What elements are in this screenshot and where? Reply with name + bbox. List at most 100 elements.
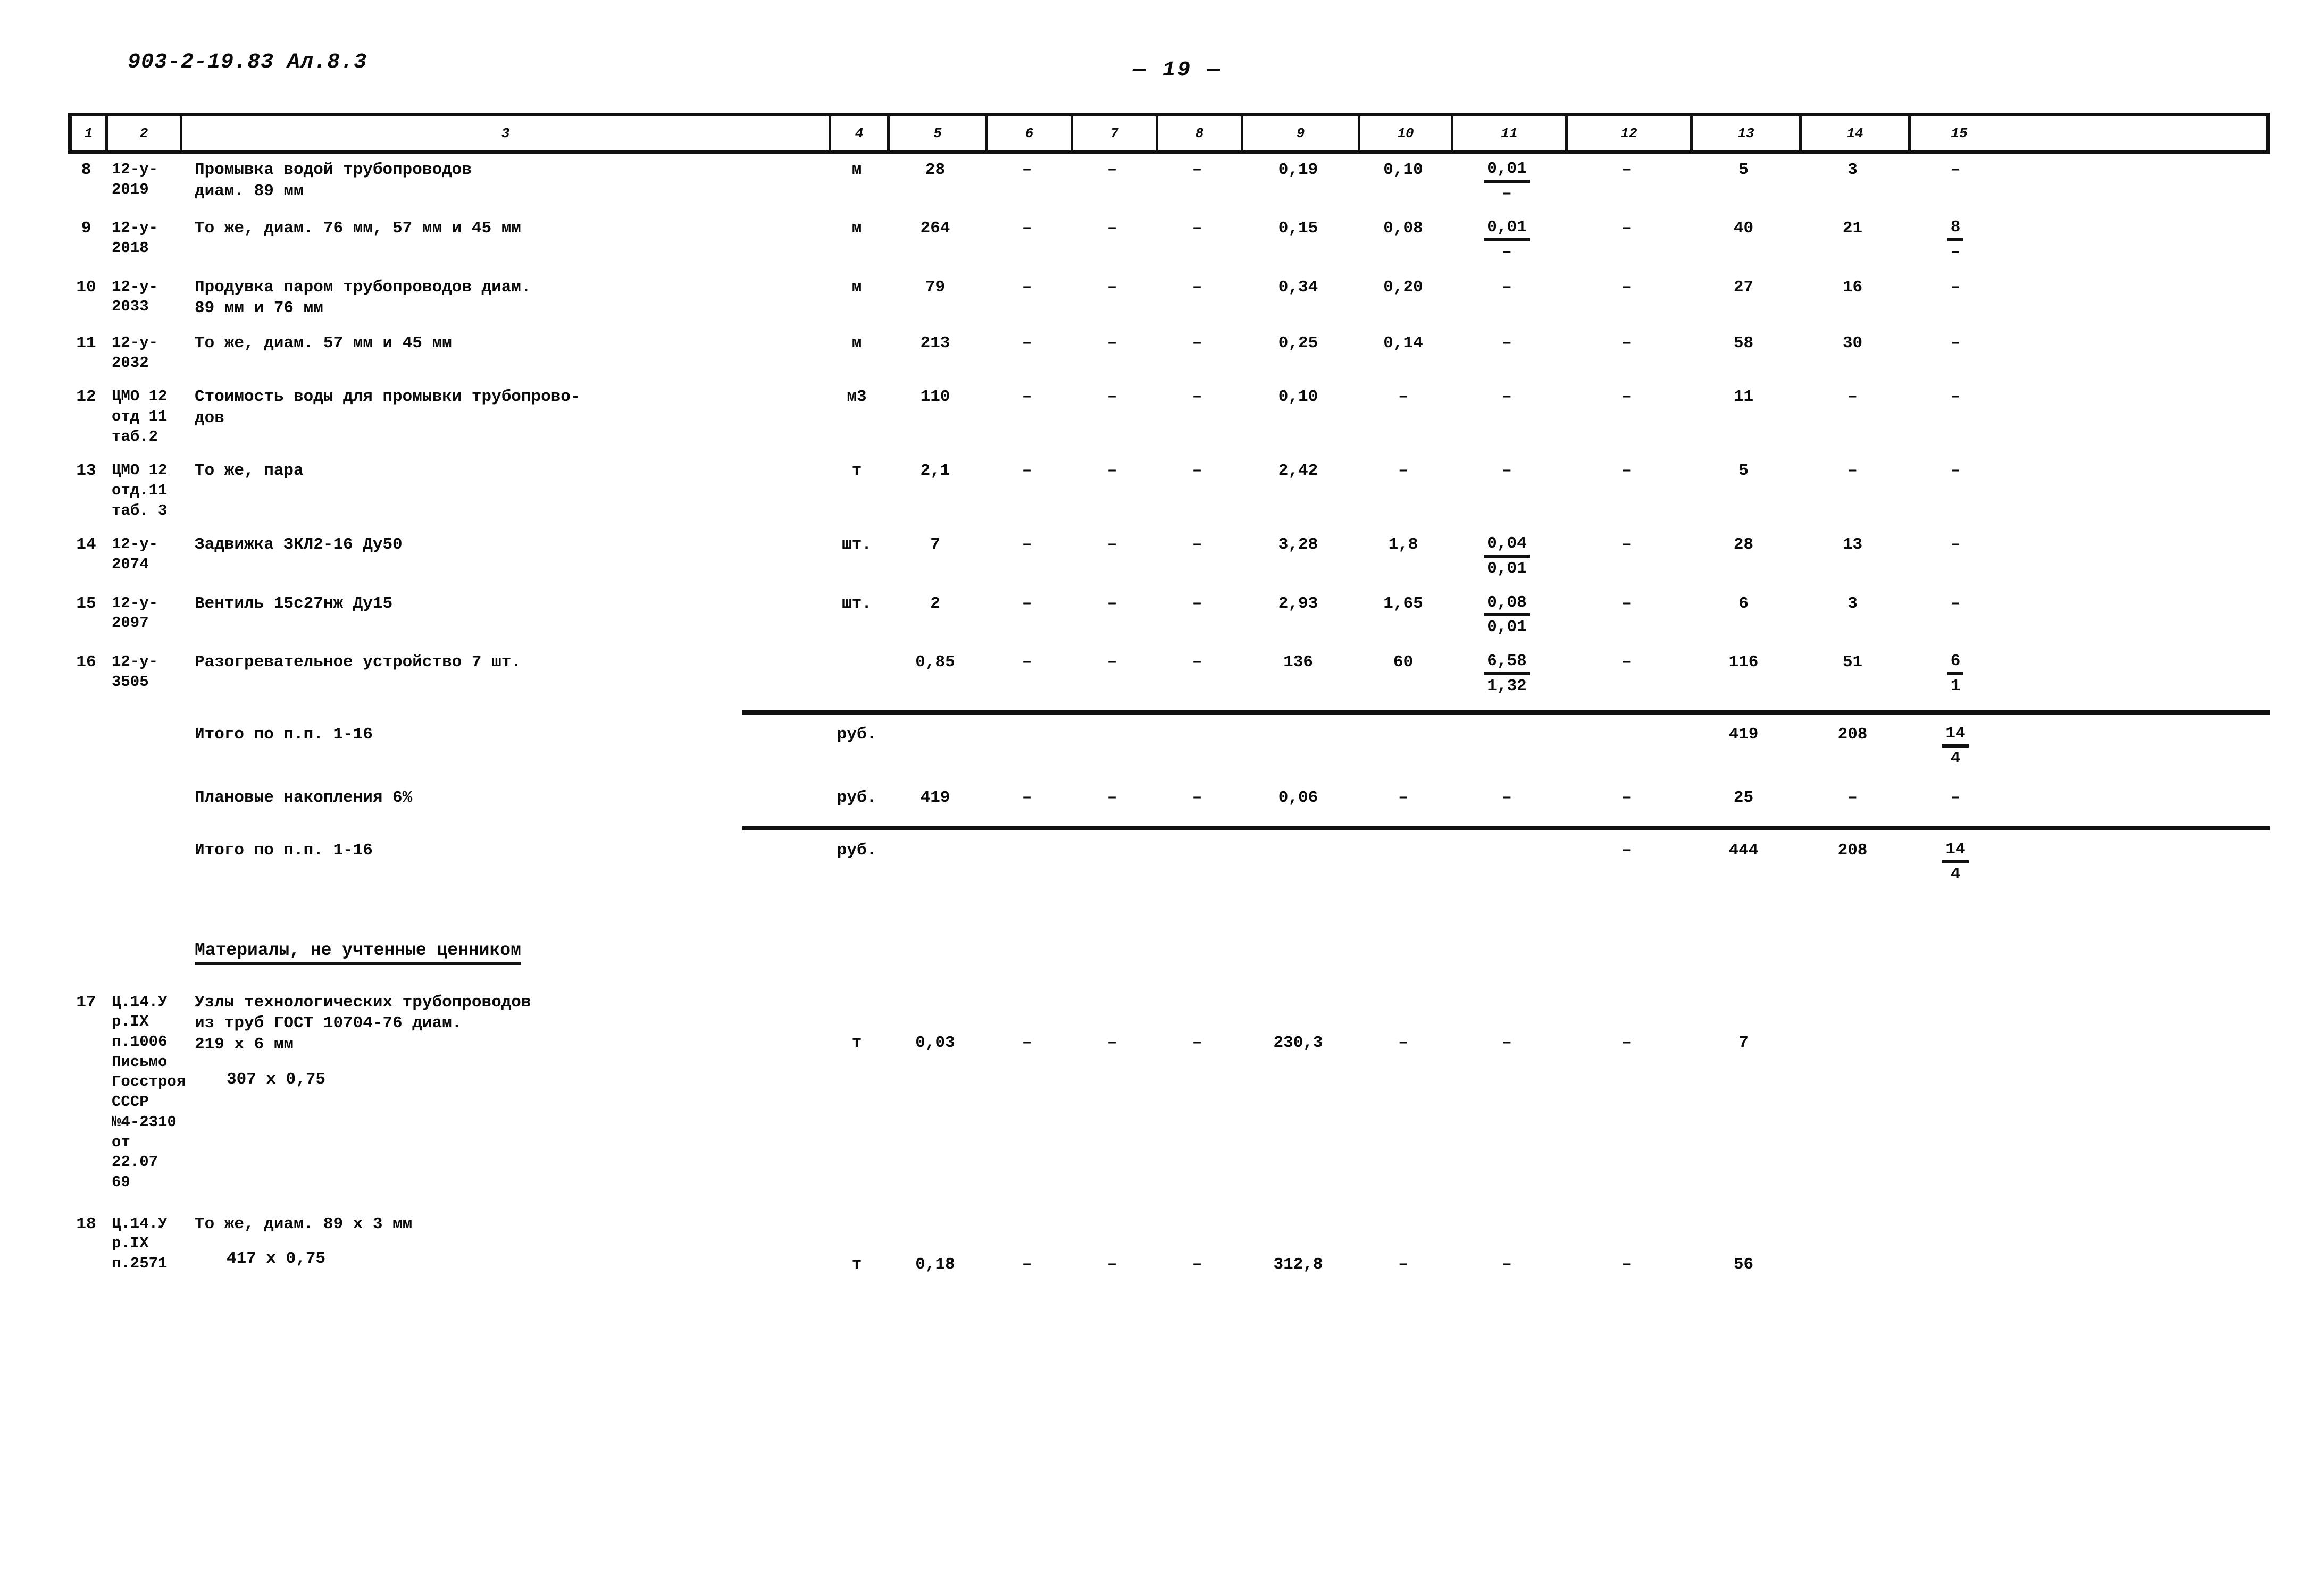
row-col8: – xyxy=(1192,219,1202,238)
row-quantity: 110 xyxy=(920,388,950,407)
row-unit: т xyxy=(851,461,862,481)
row-col7: – xyxy=(1107,461,1117,481)
page-number: — 19 — xyxy=(1133,58,1223,82)
row-col15: – xyxy=(1950,388,1961,407)
material-col15 xyxy=(1907,1214,2004,1254)
column-header-5: 5 xyxy=(890,116,988,150)
row-col10: 1,8 xyxy=(1388,535,1418,555)
material-col13: 56 xyxy=(1733,1255,1754,1274)
row-unit: м xyxy=(851,333,862,352)
row-col9: 3,28 xyxy=(1278,535,1318,555)
row-description: То же, диам. 76 мм, 57 мм и 45 мм xyxy=(195,219,521,238)
row-col10: 1,65 xyxy=(1383,594,1423,613)
row-col8: – xyxy=(1192,594,1202,613)
column-header-6: 6 xyxy=(988,116,1073,150)
row-quantity: 2 xyxy=(930,594,940,613)
material-row-number: 17 xyxy=(76,993,96,1012)
material-col13: 7 xyxy=(1738,1033,1749,1052)
row-quantity: 28 xyxy=(925,161,946,179)
row-unit: м xyxy=(851,278,862,297)
row-col13: 58 xyxy=(1733,333,1754,352)
row-col6: – xyxy=(1022,161,1032,179)
material-col11: – xyxy=(1502,1255,1512,1274)
row-col13: 27 xyxy=(1733,278,1754,297)
row-number: 14 xyxy=(76,535,96,555)
table-row: 9 12-у- 2018 То же, диам. 76 мм, 57 мм и 4… xyxy=(68,218,2270,263)
material-row-reference: Ц.14.У р.IX п.1006 Письмо Госстроя СССР … xyxy=(112,993,186,1191)
summary-col13: 419 xyxy=(1728,725,1759,744)
material-description-factor: 307 х 0,75 xyxy=(227,1070,326,1089)
row-col15: – xyxy=(1950,333,1961,352)
row-reference: 12-у- 2074 xyxy=(112,535,158,574)
row-unit: шт. xyxy=(842,594,872,613)
row-col8: – xyxy=(1192,535,1202,555)
summary-row: Итого по п.п. 1-16 руб. 419 208 14 4 xyxy=(68,724,2270,769)
column-header-14: 14 xyxy=(1802,116,1911,150)
row-col14: 30 xyxy=(1842,333,1863,352)
row-col14: 3 xyxy=(1848,594,1858,613)
summary-row: Итого по п.п. 1-16 руб. – 444 208 14 4 xyxy=(68,840,2270,885)
row-col13: 116 xyxy=(1728,653,1759,672)
material-quantity: 0,03 xyxy=(915,1033,955,1052)
estimate-table: 8 12-у- 2019 Промывка водой трубопроводов … xyxy=(68,159,2270,1296)
row-col7: – xyxy=(1107,278,1117,297)
row-col9: 2,42 xyxy=(1278,461,1318,481)
row-col10: 0,08 xyxy=(1383,219,1423,238)
material-col11: – xyxy=(1502,1033,1512,1052)
row-col12: – xyxy=(1621,333,1632,352)
row-reference: ЦМО 12 отд 11 таб.2 xyxy=(112,388,168,446)
row-col10: – xyxy=(1398,388,1408,407)
row-col6: – xyxy=(1022,461,1032,481)
material-col6: – xyxy=(1022,1033,1032,1052)
row-col15: 8– xyxy=(1907,218,2004,263)
row-col7: – xyxy=(1107,219,1117,238)
summary-col12: – xyxy=(1621,841,1632,860)
row-col7: – xyxy=(1107,535,1117,555)
summary-col8: – xyxy=(1192,788,1202,807)
summary-unit: руб. xyxy=(837,788,877,807)
column-header-1: 1 xyxy=(72,116,108,150)
materials-section-title: Материалы, не учтенные ценником xyxy=(195,941,521,965)
row-description: То же, диам. 57 мм и 45 мм xyxy=(195,333,452,352)
row-col12: – xyxy=(1621,535,1632,555)
summary-row: Плановые накопления 6% руб. 419 – – – 0,06 – – – 2… xyxy=(68,787,2270,809)
material-col10: – xyxy=(1398,1033,1408,1052)
table-row: 12 ЦМО 12 отд 11 таб.2 Стоимость воды для … xyxy=(68,387,2270,447)
row-col8: – xyxy=(1192,333,1202,352)
summary-quantity: 419 xyxy=(920,788,950,807)
row-unit: м xyxy=(851,219,862,238)
summary-col7: – xyxy=(1107,788,1117,807)
column-header-8: 8 xyxy=(1158,116,1243,150)
row-col15: – xyxy=(1950,461,1961,481)
summary-col14: – xyxy=(1848,788,1858,807)
row-col11: 6,58 1,32 xyxy=(1450,652,1564,696)
column-header-10: 10 xyxy=(1360,116,1453,150)
material-col8: – xyxy=(1192,1033,1202,1052)
material-quantity: 0,18 xyxy=(915,1255,955,1274)
material-row-description: Узлы технологических трубопроводов из тр… xyxy=(179,992,827,1090)
row-col11: – xyxy=(1502,333,1512,352)
row-number: 8 xyxy=(81,161,91,179)
column-header-13: 13 xyxy=(1693,116,1802,150)
row-description: Вентиль 15с27нж Ду15 xyxy=(195,594,393,613)
row-col7: – xyxy=(1107,388,1117,407)
row-col15: 61 xyxy=(1907,652,2004,696)
row-number: 11 xyxy=(76,333,96,352)
row-col8: – xyxy=(1192,161,1202,179)
row-col7: – xyxy=(1107,161,1117,179)
row-col13: 11 xyxy=(1733,388,1754,407)
table-row: 8 12-у- 2019 Промывка водой трубопроводов … xyxy=(68,159,2270,204)
row-reference: 12-у- 2019 xyxy=(112,161,158,198)
material-col10: – xyxy=(1398,1255,1408,1274)
summary-row-label: Итого по п.п. 1-16 xyxy=(195,841,373,860)
material-col14 xyxy=(1798,992,1907,1032)
row-col13: 28 xyxy=(1733,535,1754,555)
summary-unit: руб. xyxy=(837,841,877,860)
document-code: 903-2-19.83 Ал.8.3 xyxy=(128,51,367,74)
table-row: 14 12-у- 2074 Задвижка ЗКЛ2-16 Ду50 шт. 7 – – –… xyxy=(68,534,2270,579)
row-col14: 21 xyxy=(1842,219,1863,238)
row-col9: 0,34 xyxy=(1278,278,1318,297)
row-col9: 2,93 xyxy=(1278,594,1318,613)
row-number: 9 xyxy=(81,219,91,238)
summary-col15: – xyxy=(1950,788,1961,807)
